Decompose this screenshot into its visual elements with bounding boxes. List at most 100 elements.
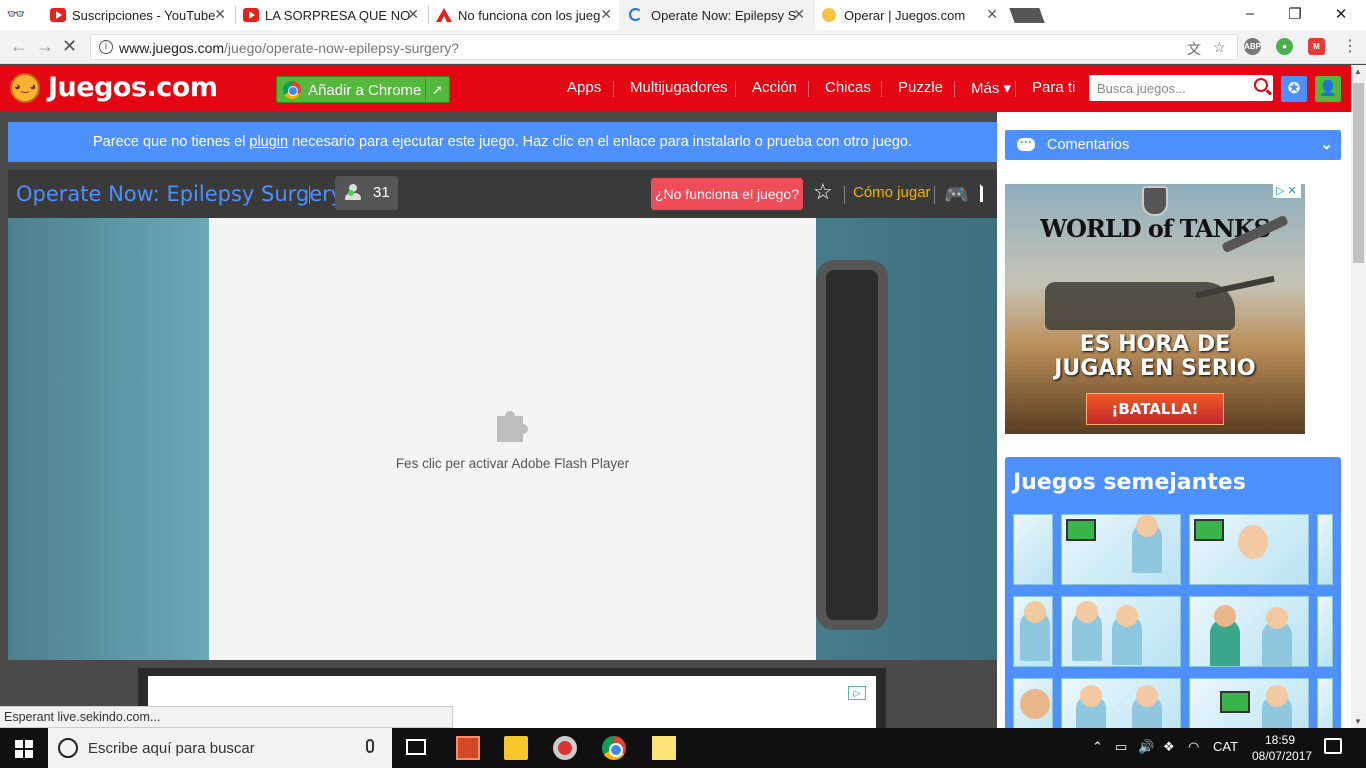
game-title: Operate Now: Epilepsy Surgery xyxy=(16,182,344,206)
taskbar-search-input[interactable]: Escribe aquí para buscar xyxy=(48,728,392,768)
similar-game-thumb[interactable] xyxy=(1189,678,1309,728)
game-search-input[interactable]: Busca juegos... xyxy=(1089,75,1273,101)
similar-games-panel: Juegos semejantes xyxy=(1005,457,1341,728)
clock-date: 08/07/2017 xyxy=(1252,749,1313,763)
translate-icon[interactable]: 文 xyxy=(1187,39,1201,59)
sidebar: Comentarios ⌄ WORLD of TANKS ES HORA DE … xyxy=(997,112,1351,728)
similar-game-thumb[interactable] xyxy=(1013,678,1053,728)
scroll-up-icon[interactable]: ▲ xyxy=(1354,67,1362,76)
microphone-icon[interactable] xyxy=(366,739,374,753)
close-tab-icon[interactable]: ✕ xyxy=(214,6,226,23)
url-text[interactable]: www.juegos.com/juego/operate-now-epileps… xyxy=(119,40,459,56)
tab-adobe[interactable]: No funciona con los jueg ✕ xyxy=(426,0,622,30)
nav-mas-dropdown[interactable]: Más ▾ xyxy=(971,79,1011,97)
similar-game-thumb[interactable] xyxy=(1013,514,1053,585)
gamepad-badge-icon[interactable]: ✪ xyxy=(1281,76,1307,102)
new-tab-button[interactable] xyxy=(1009,8,1045,23)
info-icon[interactable]: i xyxy=(99,40,113,54)
tab-youtube-subscriptions[interactable]: Suscripciones - YouTube ✕ xyxy=(40,0,236,30)
similar-game-thumb[interactable] xyxy=(1317,596,1333,667)
similar-game-thumb[interactable] xyxy=(1061,514,1181,585)
adchoices-icon[interactable]: ▷ xyxy=(848,686,866,700)
file-explorer-icon[interactable] xyxy=(504,736,528,760)
ad-cta-button[interactable]: ¡BATALLA! xyxy=(1086,393,1224,425)
ad-choices-close[interactable]: ▷ ✕ xyxy=(1273,184,1301,198)
cortana-icon xyxy=(58,738,78,758)
wifi-icon[interactable]: ◠ xyxy=(1188,739,1199,755)
stop-loading-icon[interactable]: ✕ xyxy=(62,36,77,57)
online-dot-icon xyxy=(348,190,354,196)
world-of-tanks-ad[interactable]: WORLD of TANKS ES HORA DE JUGAR EN SERIO… xyxy=(1005,184,1305,434)
similar-game-thumb[interactable] xyxy=(1317,678,1333,728)
volume-icon[interactable]: 🔊 xyxy=(1138,739,1154,755)
similar-game-thumb[interactable] xyxy=(1061,596,1181,667)
nav-para-ti[interactable]: Para ti xyxy=(1032,79,1075,96)
forward-icon[interactable]: → xyxy=(36,36,54,57)
action-center-icon[interactable] xyxy=(1324,738,1342,754)
players-online-badge: 31 xyxy=(335,176,398,210)
plugin-link[interactable]: plugin xyxy=(249,134,288,150)
extension-green-icon[interactable]: ● xyxy=(1276,38,1293,55)
nav-multijugadores[interactable]: Multijugadores xyxy=(630,79,728,96)
site-logo[interactable]: Juegos.com xyxy=(48,72,218,103)
close-tab-icon[interactable]: ✕ xyxy=(986,6,998,23)
address-bar[interactable]: i www.juegos.com/juego/operate-now-epile… xyxy=(90,34,1238,60)
nav-chicas[interactable]: Chicas xyxy=(825,79,871,96)
user-account-icon[interactable]: 👤 xyxy=(1315,76,1341,102)
flash-activation-message[interactable]: Fes clic per activar Adobe Flash Player xyxy=(209,456,816,471)
page-scrollbar[interactable]: ▲ ▼ xyxy=(1351,65,1366,728)
gamepad-icon[interactable]: 🎮 xyxy=(944,182,969,207)
adobe-icon xyxy=(436,8,452,22)
add-to-chrome-button[interactable]: Añadir a Chrome ➚ xyxy=(276,76,450,103)
close-tab-icon[interactable]: ✕ xyxy=(600,6,612,23)
task-view-icon[interactable] xyxy=(406,739,426,755)
flash-activation-panel[interactable]: Fes clic per activar Adobe Flash Player xyxy=(209,218,816,660)
minimize-icon[interactable]: – xyxy=(1240,5,1260,22)
game-not-working-button[interactable]: ¿No funciona el juego? xyxy=(651,178,803,210)
similar-game-thumb[interactable] xyxy=(1013,596,1053,667)
similar-game-thumb[interactable] xyxy=(1189,514,1309,585)
nav-apps[interactable]: Apps xyxy=(567,79,601,96)
nav-puzzle[interactable]: Puzzle xyxy=(898,79,943,96)
search-icon[interactable] xyxy=(1254,78,1268,92)
bookmark-star-icon[interactable]: ☆ xyxy=(1213,39,1226,56)
menu-kebab-icon[interactable]: ⋮ xyxy=(1342,36,1358,56)
system-clock[interactable]: 18:59 08/07/2017 xyxy=(1252,732,1313,764)
tab-operate-now[interactable]: Operate Now: Epilepsy S ✕ xyxy=(619,0,815,30)
plugin-puzzle-icon[interactable] xyxy=(491,402,535,446)
close-tab-icon[interactable]: ✕ xyxy=(407,6,419,23)
tab-youtube-video[interactable]: LA SORPRESA QUE NOS ✕ xyxy=(233,0,429,30)
scroll-down-icon[interactable]: ▼ xyxy=(1354,717,1362,726)
juegos-logo-icon[interactable] xyxy=(10,73,40,103)
sticky-notes-icon[interactable] xyxy=(652,736,676,760)
fullscreen-icon[interactable] xyxy=(980,184,990,202)
similar-game-thumb[interactable] xyxy=(1189,596,1309,667)
battery-icon[interactable]: ▭ xyxy=(1115,739,1127,755)
language-indicator[interactable]: CAT xyxy=(1213,739,1238,754)
windows-start-icon[interactable] xyxy=(15,740,33,758)
close-tab-icon[interactable]: ✕ xyxy=(793,6,805,23)
clock-time: 18:59 xyxy=(1264,733,1296,747)
dropbox-icon[interactable]: ❖ xyxy=(1163,739,1175,755)
comments-toggle[interactable]: Comentarios ⌄ xyxy=(1005,130,1341,160)
powerpoint-icon[interactable] xyxy=(456,736,480,760)
chrome-icon[interactable] xyxy=(602,736,626,760)
tab-title: Suscripciones - YouTube xyxy=(72,8,216,23)
restore-icon[interactable]: ❐ xyxy=(1285,5,1305,23)
scrollbar-thumb[interactable] xyxy=(1353,83,1364,263)
how-to-play-link[interactable]: Cómo jugar xyxy=(853,184,931,201)
show-hidden-icons-chevron-icon[interactable]: ⌃ xyxy=(1092,739,1103,755)
similar-game-thumb[interactable] xyxy=(1061,678,1181,728)
similar-game-thumb[interactable] xyxy=(1317,514,1333,585)
taskbar-search-placeholder: Escribe aquí para buscar xyxy=(88,740,255,757)
adblock-plus-icon[interactable]: ABP xyxy=(1244,38,1261,55)
back-icon[interactable]: ← xyxy=(10,36,28,57)
tab-operar-juegos[interactable]: Operar | Juegos.com ✕ xyxy=(812,0,1008,30)
comment-bubble-icon xyxy=(1017,135,1035,151)
favorite-star-icon[interactable]: ☆ xyxy=(813,179,833,205)
windows-taskbar: Escribe aquí para buscar ⌃ ▭ 🔊 ❖ ◠ CAT 1… xyxy=(0,728,1366,768)
nav-accion[interactable]: Acción xyxy=(752,79,797,96)
extension-red-icon[interactable]: M xyxy=(1308,38,1325,55)
ccleaner-icon[interactable] xyxy=(553,736,577,760)
close-window-icon[interactable]: ✕ xyxy=(1331,5,1351,23)
